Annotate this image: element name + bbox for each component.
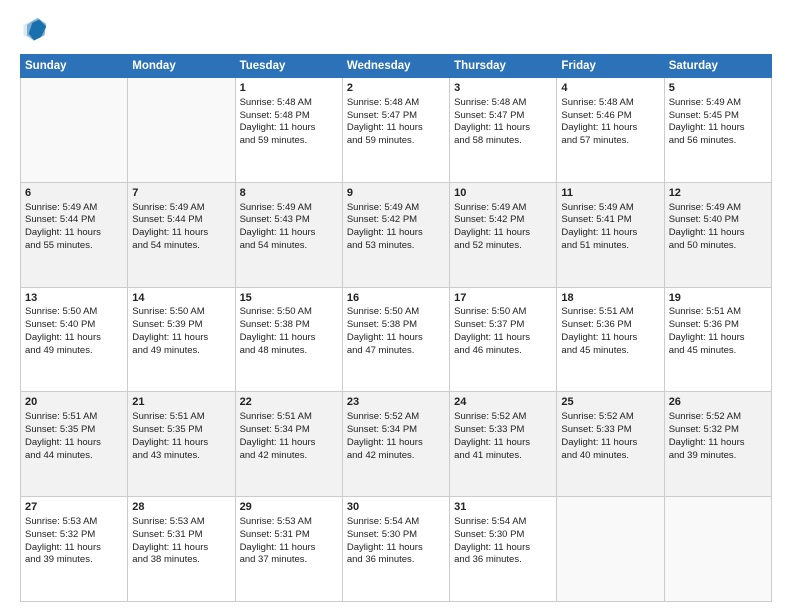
- day-number: 31: [454, 500, 552, 515]
- calendar-week-row: 20Sunrise: 5:51 AMSunset: 5:35 PMDayligh…: [21, 392, 772, 497]
- day-number: 12: [669, 186, 767, 201]
- weekday-header: Tuesday: [235, 55, 342, 78]
- calendar-cell: 8Sunrise: 5:49 AMSunset: 5:43 PMDaylight…: [235, 182, 342, 287]
- weekday-header: Friday: [557, 55, 664, 78]
- logo: [20, 16, 52, 44]
- calendar-cell: 22Sunrise: 5:51 AMSunset: 5:34 PMDayligh…: [235, 392, 342, 497]
- calendar-cell: 25Sunrise: 5:52 AMSunset: 5:33 PMDayligh…: [557, 392, 664, 497]
- calendar-cell: [664, 497, 771, 602]
- calendar-cell: 3Sunrise: 5:48 AMSunset: 5:47 PMDaylight…: [450, 78, 557, 183]
- day-number: 17: [454, 291, 552, 306]
- page: SundayMondayTuesdayWednesdayThursdayFrid…: [0, 0, 792, 612]
- calendar-cell: 6Sunrise: 5:49 AMSunset: 5:44 PMDaylight…: [21, 182, 128, 287]
- calendar-cell: 10Sunrise: 5:49 AMSunset: 5:42 PMDayligh…: [450, 182, 557, 287]
- day-number: 19: [669, 291, 767, 306]
- weekday-header: Sunday: [21, 55, 128, 78]
- calendar-cell: 18Sunrise: 5:51 AMSunset: 5:36 PMDayligh…: [557, 287, 664, 392]
- calendar-cell: 1Sunrise: 5:48 AMSunset: 5:48 PMDaylight…: [235, 78, 342, 183]
- calendar-week-row: 13Sunrise: 5:50 AMSunset: 5:40 PMDayligh…: [21, 287, 772, 392]
- weekday-header: Wednesday: [342, 55, 449, 78]
- day-number: 13: [25, 291, 123, 306]
- day-number: 30: [347, 500, 445, 515]
- day-number: 24: [454, 395, 552, 410]
- calendar-cell: 24Sunrise: 5:52 AMSunset: 5:33 PMDayligh…: [450, 392, 557, 497]
- calendar-header-row: SundayMondayTuesdayWednesdayThursdayFrid…: [21, 55, 772, 78]
- day-number: 20: [25, 395, 123, 410]
- day-number: 2: [347, 81, 445, 96]
- calendar-cell: 27Sunrise: 5:53 AMSunset: 5:32 PMDayligh…: [21, 497, 128, 602]
- calendar-cell: 7Sunrise: 5:49 AMSunset: 5:44 PMDaylight…: [128, 182, 235, 287]
- day-number: 16: [347, 291, 445, 306]
- calendar-cell: 5Sunrise: 5:49 AMSunset: 5:45 PMDaylight…: [664, 78, 771, 183]
- calendar-cell: 11Sunrise: 5:49 AMSunset: 5:41 PMDayligh…: [557, 182, 664, 287]
- day-number: 21: [132, 395, 230, 410]
- calendar-week-row: 1Sunrise: 5:48 AMSunset: 5:48 PMDaylight…: [21, 78, 772, 183]
- calendar-cell: 28Sunrise: 5:53 AMSunset: 5:31 PMDayligh…: [128, 497, 235, 602]
- calendar-cell: [21, 78, 128, 183]
- day-number: 18: [561, 291, 659, 306]
- day-number: 14: [132, 291, 230, 306]
- calendar-cell: 12Sunrise: 5:49 AMSunset: 5:40 PMDayligh…: [664, 182, 771, 287]
- calendar-cell: 20Sunrise: 5:51 AMSunset: 5:35 PMDayligh…: [21, 392, 128, 497]
- calendar-week-row: 27Sunrise: 5:53 AMSunset: 5:32 PMDayligh…: [21, 497, 772, 602]
- header: [20, 16, 772, 44]
- calendar-cell: 21Sunrise: 5:51 AMSunset: 5:35 PMDayligh…: [128, 392, 235, 497]
- calendar-cell: [128, 78, 235, 183]
- day-number: 1: [240, 81, 338, 96]
- day-number: 7: [132, 186, 230, 201]
- day-number: 27: [25, 500, 123, 515]
- weekday-header: Thursday: [450, 55, 557, 78]
- calendar-cell: 31Sunrise: 5:54 AMSunset: 5:30 PMDayligh…: [450, 497, 557, 602]
- calendar-cell: 2Sunrise: 5:48 AMSunset: 5:47 PMDaylight…: [342, 78, 449, 183]
- day-number: 23: [347, 395, 445, 410]
- day-number: 15: [240, 291, 338, 306]
- day-number: 26: [669, 395, 767, 410]
- calendar-cell: 17Sunrise: 5:50 AMSunset: 5:37 PMDayligh…: [450, 287, 557, 392]
- day-number: 8: [240, 186, 338, 201]
- calendar-cell: 29Sunrise: 5:53 AMSunset: 5:31 PMDayligh…: [235, 497, 342, 602]
- day-number: 11: [561, 186, 659, 201]
- day-number: 28: [132, 500, 230, 515]
- logo-icon: [20, 16, 48, 44]
- calendar-cell: 19Sunrise: 5:51 AMSunset: 5:36 PMDayligh…: [664, 287, 771, 392]
- day-number: 29: [240, 500, 338, 515]
- calendar-table: SundayMondayTuesdayWednesdayThursdayFrid…: [20, 54, 772, 602]
- calendar-cell: 13Sunrise: 5:50 AMSunset: 5:40 PMDayligh…: [21, 287, 128, 392]
- calendar-cell: 9Sunrise: 5:49 AMSunset: 5:42 PMDaylight…: [342, 182, 449, 287]
- day-number: 6: [25, 186, 123, 201]
- day-number: 3: [454, 81, 552, 96]
- day-number: 25: [561, 395, 659, 410]
- weekday-header: Saturday: [664, 55, 771, 78]
- calendar-cell: 15Sunrise: 5:50 AMSunset: 5:38 PMDayligh…: [235, 287, 342, 392]
- day-number: 9: [347, 186, 445, 201]
- day-number: 4: [561, 81, 659, 96]
- calendar-cell: 30Sunrise: 5:54 AMSunset: 5:30 PMDayligh…: [342, 497, 449, 602]
- day-number: 5: [669, 81, 767, 96]
- calendar-cell: 23Sunrise: 5:52 AMSunset: 5:34 PMDayligh…: [342, 392, 449, 497]
- calendar-cell: 14Sunrise: 5:50 AMSunset: 5:39 PMDayligh…: [128, 287, 235, 392]
- calendar-cell: [557, 497, 664, 602]
- day-number: 22: [240, 395, 338, 410]
- calendar-cell: 16Sunrise: 5:50 AMSunset: 5:38 PMDayligh…: [342, 287, 449, 392]
- day-number: 10: [454, 186, 552, 201]
- weekday-header: Monday: [128, 55, 235, 78]
- calendar-cell: 26Sunrise: 5:52 AMSunset: 5:32 PMDayligh…: [664, 392, 771, 497]
- calendar-week-row: 6Sunrise: 5:49 AMSunset: 5:44 PMDaylight…: [21, 182, 772, 287]
- calendar-cell: 4Sunrise: 5:48 AMSunset: 5:46 PMDaylight…: [557, 78, 664, 183]
